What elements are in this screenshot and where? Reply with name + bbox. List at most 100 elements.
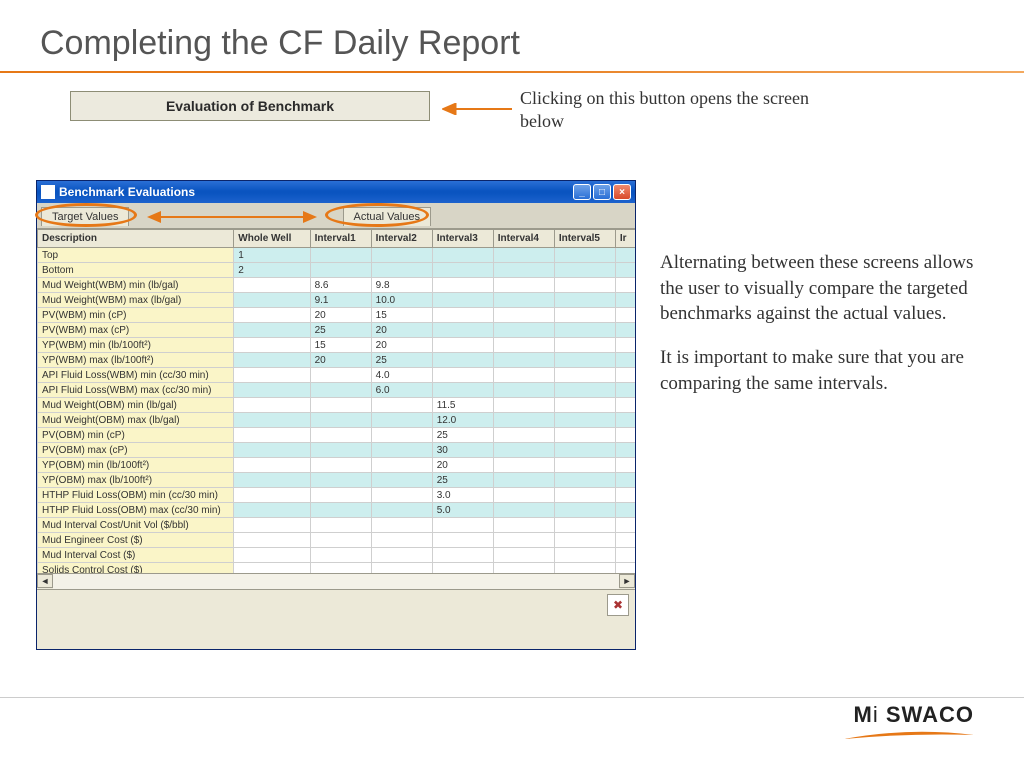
cell[interactable] [615, 533, 635, 548]
cell[interactable] [493, 308, 554, 323]
cell[interactable] [493, 353, 554, 368]
cell[interactable] [310, 428, 371, 443]
table-row[interactable]: YP(OBM) min (lb/100ft²)20 [38, 458, 636, 473]
cell[interactable] [493, 338, 554, 353]
cell[interactable] [554, 278, 615, 293]
cell[interactable]: 20 [432, 458, 493, 473]
cell[interactable] [371, 263, 432, 278]
cell[interactable] [615, 488, 635, 503]
cell[interactable] [615, 293, 635, 308]
scroll-right-icon[interactable]: ► [619, 574, 635, 588]
cell[interactable] [615, 413, 635, 428]
cell[interactable] [615, 248, 635, 263]
tab-target-values[interactable]: Target Values [41, 207, 129, 226]
cell[interactable] [371, 548, 432, 563]
cell[interactable] [554, 338, 615, 353]
cell[interactable] [615, 428, 635, 443]
cell[interactable] [493, 548, 554, 563]
cell[interactable] [493, 323, 554, 338]
cell[interactable] [554, 533, 615, 548]
cell[interactable] [310, 248, 371, 263]
cell[interactable] [615, 323, 635, 338]
table-row[interactable]: Bottom2 [38, 263, 636, 278]
col-header[interactable]: Ir [615, 230, 635, 248]
cell[interactable] [234, 443, 310, 458]
table-row[interactable]: Mud Engineer Cost ($) [38, 533, 636, 548]
cell[interactable]: 20 [371, 338, 432, 353]
table-row[interactable]: Mud Weight(OBM) max (lb/gal)12.0 [38, 413, 636, 428]
cell[interactable] [310, 503, 371, 518]
close-door-icon[interactable]: ✖ [607, 594, 629, 616]
cell[interactable] [310, 383, 371, 398]
cell[interactable]: 9.8 [371, 278, 432, 293]
cell[interactable] [493, 428, 554, 443]
cell[interactable]: 2 [234, 263, 310, 278]
cell[interactable] [615, 338, 635, 353]
evaluation-of-benchmark-button[interactable]: Evaluation of Benchmark [70, 91, 430, 121]
tab-actual-values[interactable]: Actual Values [343, 207, 431, 226]
cell[interactable] [310, 488, 371, 503]
cell[interactable] [234, 548, 310, 563]
row-description[interactable]: Top [38, 248, 234, 263]
row-description[interactable]: YP(WBM) min (lb/100ft²) [38, 338, 234, 353]
cell[interactable] [371, 518, 432, 533]
cell[interactable] [234, 368, 310, 383]
cell[interactable]: 6.0 [371, 383, 432, 398]
cell[interactable] [615, 458, 635, 473]
cell[interactable] [615, 398, 635, 413]
cell[interactable] [234, 533, 310, 548]
cell[interactable] [432, 533, 493, 548]
cell[interactable] [615, 443, 635, 458]
cell[interactable] [493, 383, 554, 398]
table-row[interactable]: Mud Weight(OBM) min (lb/gal)11.5 [38, 398, 636, 413]
cell[interactable] [554, 248, 615, 263]
cell[interactable] [615, 473, 635, 488]
horizontal-scrollbar[interactable]: ◄ ► [37, 573, 635, 589]
table-row[interactable]: PV(OBM) max (cP)30 [38, 443, 636, 458]
cell[interactable] [615, 353, 635, 368]
cell[interactable] [371, 443, 432, 458]
cell[interactable] [310, 458, 371, 473]
table-row[interactable]: Top1 [38, 248, 636, 263]
col-header[interactable]: Interval5 [554, 230, 615, 248]
cell[interactable] [493, 368, 554, 383]
table-row[interactable]: API Fluid Loss(WBM) min (cc/30 min)4.0 [38, 368, 636, 383]
cell[interactable] [554, 458, 615, 473]
cell[interactable] [554, 428, 615, 443]
scroll-left-icon[interactable]: ◄ [37, 574, 53, 588]
row-description[interactable]: Mud Weight(OBM) max (lb/gal) [38, 413, 234, 428]
cell[interactable]: 1 [234, 248, 310, 263]
cell[interactable] [493, 503, 554, 518]
cell[interactable] [234, 398, 310, 413]
cell[interactable] [310, 398, 371, 413]
table-row[interactable]: PV(WBM) min (cP)2015 [38, 308, 636, 323]
cell[interactable] [234, 353, 310, 368]
cell[interactable]: 20 [310, 308, 371, 323]
row-description[interactable]: HTHP Fluid Loss(OBM) max (cc/30 min) [38, 503, 234, 518]
cell[interactable]: 11.5 [432, 398, 493, 413]
col-header[interactable]: Interval4 [493, 230, 554, 248]
cell[interactable] [371, 413, 432, 428]
table-row[interactable]: YP(OBM) max (lb/100ft²)25 [38, 473, 636, 488]
cell[interactable] [554, 353, 615, 368]
row-description[interactable]: PV(WBM) max (cP) [38, 323, 234, 338]
cell[interactable] [615, 263, 635, 278]
cell[interactable] [371, 248, 432, 263]
cell[interactable] [615, 548, 635, 563]
cell[interactable] [234, 458, 310, 473]
row-description[interactable]: YP(WBM) max (lb/100ft²) [38, 353, 234, 368]
cell[interactable]: 4.0 [371, 368, 432, 383]
cell[interactable] [234, 488, 310, 503]
cell[interactable] [615, 503, 635, 518]
table-row[interactable]: PV(WBM) max (cP)2520 [38, 323, 636, 338]
cell[interactable] [371, 428, 432, 443]
cell[interactable] [554, 443, 615, 458]
cell[interactable] [310, 518, 371, 533]
cell[interactable] [554, 488, 615, 503]
cell[interactable] [234, 383, 310, 398]
cell[interactable] [432, 383, 493, 398]
row-description[interactable]: API Fluid Loss(WBM) max (cc/30 min) [38, 383, 234, 398]
table-row[interactable]: Mud Weight(WBM) max (lb/gal)9.110.0 [38, 293, 636, 308]
cell[interactable] [432, 353, 493, 368]
cell[interactable] [432, 368, 493, 383]
